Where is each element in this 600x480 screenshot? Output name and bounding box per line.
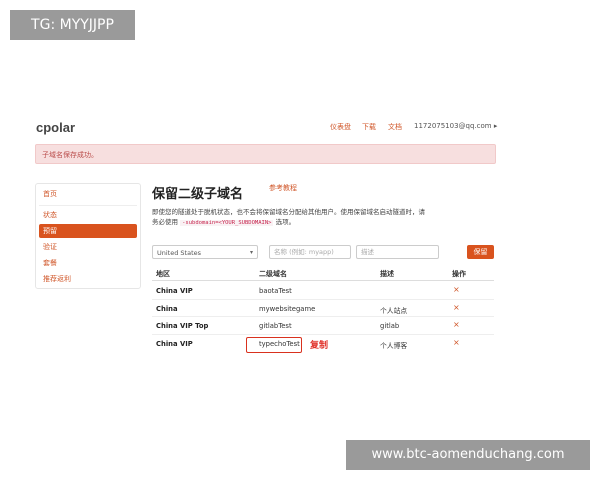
row-region: China — [156, 305, 178, 313]
table-header-divider — [152, 280, 494, 281]
row-region: China VIP Top — [156, 322, 209, 330]
description-text-2: 选项。 — [275, 218, 296, 226]
row-description: 个人站点 — [380, 307, 408, 315]
app-logo[interactable]: cpolar — [36, 120, 75, 135]
row-region: China VIP — [156, 287, 193, 295]
sidebar: 首页 状态 预留 验证 套餐 推荐返利 — [35, 183, 141, 289]
column-header-description: 描述 — [380, 270, 394, 278]
nav-download[interactable]: 下载 — [362, 122, 376, 132]
watermark-bottom-right: www.btc-aomenduchang.com — [346, 440, 590, 470]
row-divider — [152, 299, 494, 300]
chevron-down-icon: ▾ — [249, 249, 253, 256]
delete-icon[interactable]: × — [453, 303, 460, 312]
sidebar-item-home[interactable]: 首页 — [39, 187, 137, 201]
page-title: 保留二级子域名 — [152, 187, 244, 202]
reserve-button[interactable]: 保留 — [467, 245, 494, 259]
subdomain-highlight-box — [246, 337, 302, 353]
sidebar-item-verify[interactable]: 验证 — [39, 240, 137, 254]
region-select[interactable]: United States ▾ — [152, 245, 258, 259]
tutorial-link[interactable]: 参考教程 — [269, 183, 297, 193]
success-alert: 子域名保存成功。 — [35, 144, 496, 164]
row-subdomain: gitlabTest — [259, 322, 292, 330]
sidebar-item-status[interactable]: 状态 — [39, 208, 137, 222]
delete-icon[interactable]: × — [453, 285, 460, 294]
user-menu[interactable]: 1172075103@qq.com ▸ — [414, 122, 497, 130]
row-divider — [152, 316, 494, 317]
sidebar-divider — [39, 205, 137, 206]
column-header-subdomain: 二级域名 — [259, 270, 287, 278]
copy-annotation: 复制 — [310, 341, 329, 351]
subdomain-description-input[interactable] — [356, 245, 439, 259]
column-header-actions: 操作 — [452, 270, 466, 278]
delete-icon[interactable]: × — [453, 338, 460, 347]
nav-docs[interactable]: 文档 — [388, 122, 402, 132]
delete-icon[interactable]: × — [453, 320, 460, 329]
page-description: 即使您的隧道处于脱机状态，也不会将保留域名分配给其他用户。使用保留域名启动隧道时… — [152, 207, 427, 228]
sidebar-item-reserved[interactable]: 预留 — [39, 224, 137, 238]
region-select-value: United States — [157, 249, 202, 257]
row-description: gitlab — [380, 322, 400, 330]
row-subdomain: mywebsitegame — [259, 305, 316, 313]
column-header-region: 地区 — [156, 270, 170, 278]
row-region: China VIP — [156, 340, 193, 348]
nav-dashboard[interactable]: 仪表盘 — [330, 122, 351, 132]
subdomain-code: -subdomain=<YOUR_SUBDOMAIN> — [180, 220, 274, 226]
row-divider — [152, 334, 494, 335]
row-subdomain: baotaTest — [259, 287, 292, 295]
watermark-top-left: TG: MYYJJPP — [10, 10, 135, 40]
sidebar-item-plans[interactable]: 套餐 — [39, 256, 137, 270]
alert-text: 子域名保存成功。 — [42, 151, 98, 159]
row-description: 个人博客 — [380, 342, 408, 350]
subdomain-name-input[interactable] — [269, 245, 351, 259]
sidebar-item-referral[interactable]: 推荐返利 — [39, 272, 137, 286]
